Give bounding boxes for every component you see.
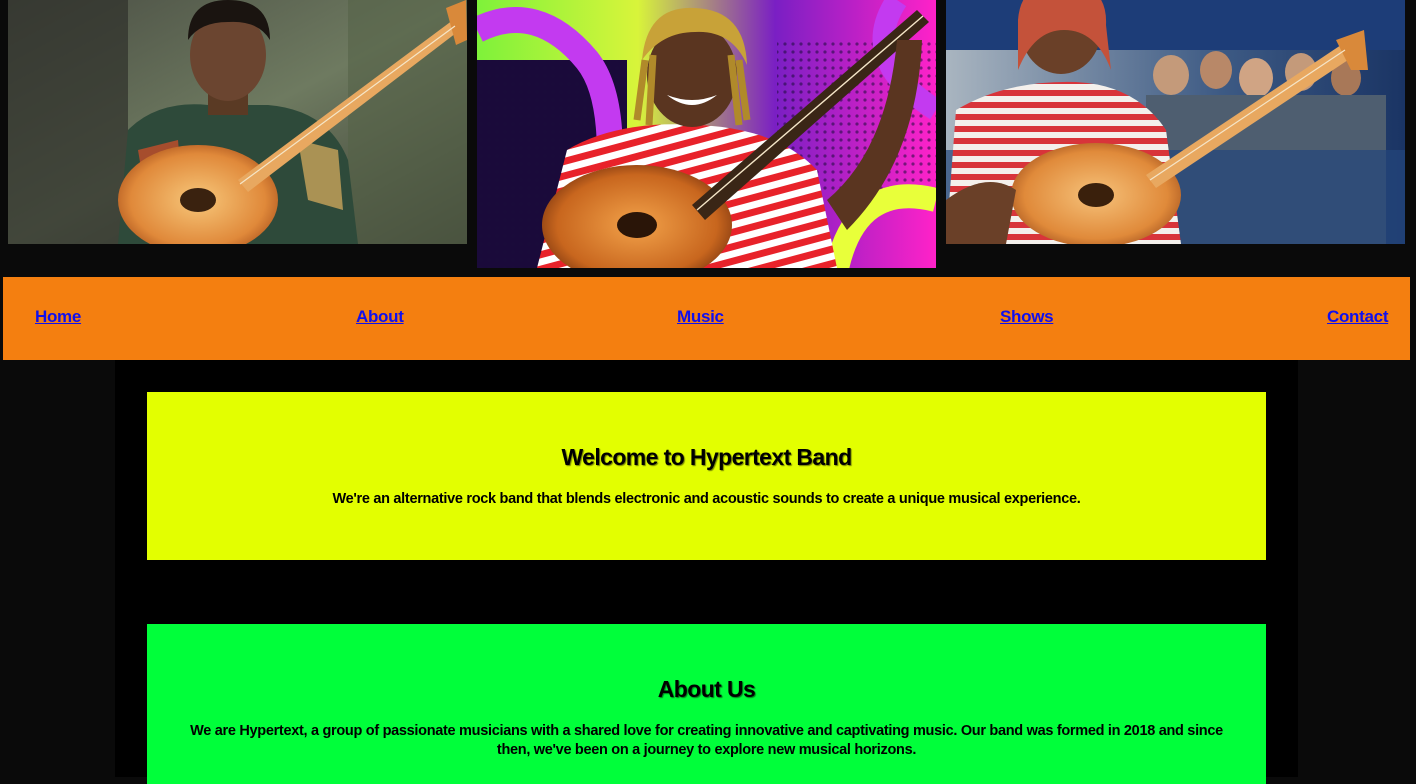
bassist-portrait-photo [8, 0, 467, 244]
about-text: We are Hypertext, a group of passionate … [190, 723, 1223, 758]
bassist-live-photo [946, 0, 1405, 244]
nav-link-about[interactable]: About [356, 307, 404, 327]
main-navigation: Home About Music Shows Contact [3, 277, 1410, 360]
bassist-illustration [477, 0, 936, 268]
welcome-section: Welcome to Hypertext Band We're an alter… [147, 392, 1266, 560]
about-title: About Us [657, 676, 756, 702]
nav-link-contact[interactable]: Contact [1327, 307, 1388, 327]
nav-link-home[interactable]: Home [35, 307, 81, 327]
nav-link-shows[interactable]: Shows [1000, 307, 1054, 327]
welcome-title: Welcome to Hypertext Band [561, 444, 852, 470]
about-section: About Us We are Hypertext, a group of pa… [147, 624, 1266, 784]
main-content: Welcome to Hypertext Band We're an alter… [115, 360, 1298, 784]
welcome-text: We're an alternative rock band that blen… [332, 491, 1081, 507]
hero-photo-strip [0, 0, 1416, 277]
nav-link-music[interactable]: Music [677, 307, 724, 327]
